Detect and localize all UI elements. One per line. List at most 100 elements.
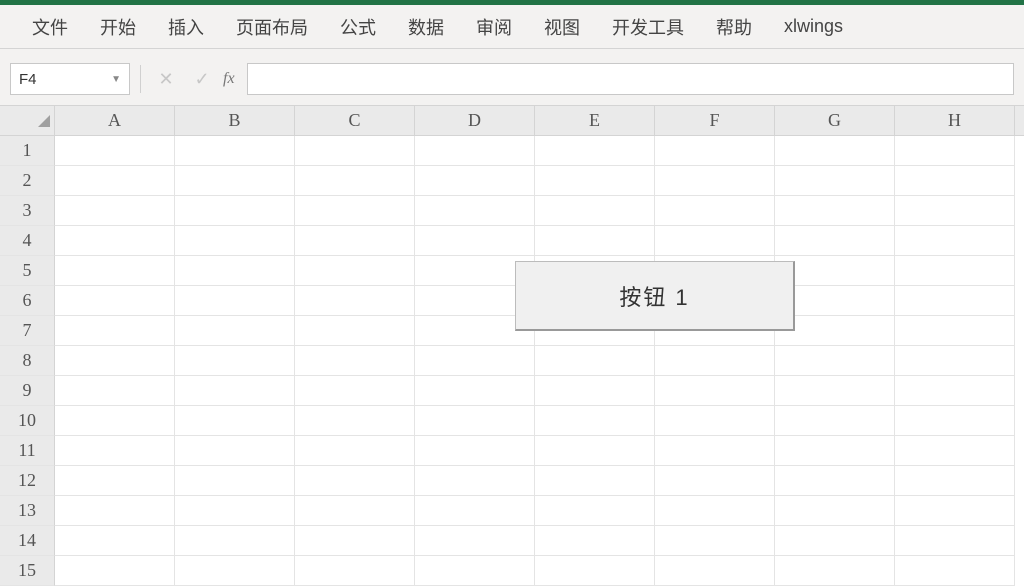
cell[interactable] [535, 196, 655, 226]
cell[interactable] [175, 496, 295, 526]
cell[interactable] [775, 406, 895, 436]
cell[interactable] [415, 526, 535, 556]
tab-view[interactable]: 视图 [542, 10, 582, 44]
cell[interactable] [175, 166, 295, 196]
cell[interactable] [655, 466, 775, 496]
cell[interactable] [415, 226, 535, 256]
cell[interactable] [415, 436, 535, 466]
cell[interactable] [775, 376, 895, 406]
cell[interactable] [895, 196, 1015, 226]
cell[interactable] [55, 196, 175, 226]
cell[interactable] [55, 256, 175, 286]
cell[interactable] [415, 136, 535, 166]
cell[interactable] [295, 256, 415, 286]
cell[interactable] [775, 136, 895, 166]
cell[interactable] [175, 436, 295, 466]
col-header-h[interactable]: H [895, 106, 1015, 135]
enter-icon[interactable]: ✓ [187, 64, 217, 94]
cell[interactable] [295, 316, 415, 346]
tab-help[interactable]: 帮助 [714, 10, 754, 44]
cell[interactable] [535, 466, 655, 496]
cell[interactable] [535, 346, 655, 376]
row-header[interactable]: 3 [0, 196, 55, 226]
cell[interactable] [775, 556, 895, 586]
cell[interactable] [535, 496, 655, 526]
fx-icon[interactable]: fx [223, 70, 235, 88]
cell[interactable] [775, 526, 895, 556]
cell[interactable] [295, 406, 415, 436]
cancel-icon[interactable]: ✕ [151, 64, 181, 94]
row-header[interactable]: 13 [0, 496, 55, 526]
cell[interactable] [295, 136, 415, 166]
cell[interactable] [55, 346, 175, 376]
cell[interactable] [655, 526, 775, 556]
cell[interactable] [295, 196, 415, 226]
cell[interactable] [175, 196, 295, 226]
cell[interactable] [895, 556, 1015, 586]
cell[interactable] [295, 436, 415, 466]
cell[interactable] [895, 526, 1015, 556]
cell[interactable] [895, 346, 1015, 376]
col-header-b[interactable]: B [175, 106, 295, 135]
cell[interactable] [895, 316, 1015, 346]
tab-xlwings[interactable]: xlwings [782, 12, 845, 41]
cell[interactable] [55, 376, 175, 406]
tab-home[interactable]: 开始 [98, 10, 138, 44]
tab-developer[interactable]: 开发工具 [610, 10, 686, 44]
cell[interactable] [655, 556, 775, 586]
cell[interactable] [535, 166, 655, 196]
cell[interactable] [895, 436, 1015, 466]
cell[interactable] [655, 196, 775, 226]
cell[interactable] [55, 316, 175, 346]
cell[interactable] [535, 556, 655, 586]
cell[interactable] [295, 286, 415, 316]
col-header-f[interactable]: F [655, 106, 775, 135]
cell[interactable] [895, 466, 1015, 496]
row-header[interactable]: 6 [0, 286, 55, 316]
col-header-c[interactable]: C [295, 106, 415, 135]
row-header[interactable]: 15 [0, 556, 55, 586]
cell[interactable] [175, 406, 295, 436]
col-header-d[interactable]: D [415, 106, 535, 135]
cell[interactable] [415, 556, 535, 586]
cell[interactable] [55, 526, 175, 556]
cell[interactable] [415, 376, 535, 406]
col-header-e[interactable]: E [535, 106, 655, 135]
row-header[interactable]: 12 [0, 466, 55, 496]
cell[interactable] [775, 496, 895, 526]
cell[interactable] [295, 226, 415, 256]
cell[interactable] [55, 166, 175, 196]
cell[interactable] [655, 496, 775, 526]
cell[interactable] [775, 436, 895, 466]
row-header[interactable]: 9 [0, 376, 55, 406]
cell[interactable] [655, 226, 775, 256]
cell[interactable] [895, 226, 1015, 256]
cell[interactable] [655, 406, 775, 436]
col-header-g[interactable]: G [775, 106, 895, 135]
cell[interactable] [775, 166, 895, 196]
cell[interactable] [415, 166, 535, 196]
cell[interactable] [415, 406, 535, 436]
cell[interactable] [55, 496, 175, 526]
cell[interactable] [175, 256, 295, 286]
cell[interactable] [55, 136, 175, 166]
name-box[interactable]: F4 ▼ [10, 63, 130, 95]
cell[interactable] [655, 136, 775, 166]
tab-page-layout[interactable]: 页面布局 [234, 10, 310, 44]
cell[interactable] [535, 376, 655, 406]
cell[interactable] [175, 556, 295, 586]
cell[interactable] [295, 466, 415, 496]
cell[interactable] [175, 286, 295, 316]
cell[interactable] [775, 466, 895, 496]
cell[interactable] [655, 346, 775, 376]
cell[interactable] [655, 376, 775, 406]
row-header[interactable]: 7 [0, 316, 55, 346]
cell[interactable] [655, 166, 775, 196]
row-header[interactable]: 5 [0, 256, 55, 286]
row-header[interactable]: 8 [0, 346, 55, 376]
cell[interactable] [535, 226, 655, 256]
tab-data[interactable]: 数据 [406, 10, 446, 44]
cell[interactable] [175, 376, 295, 406]
row-header[interactable]: 1 [0, 136, 55, 166]
cell[interactable] [895, 496, 1015, 526]
